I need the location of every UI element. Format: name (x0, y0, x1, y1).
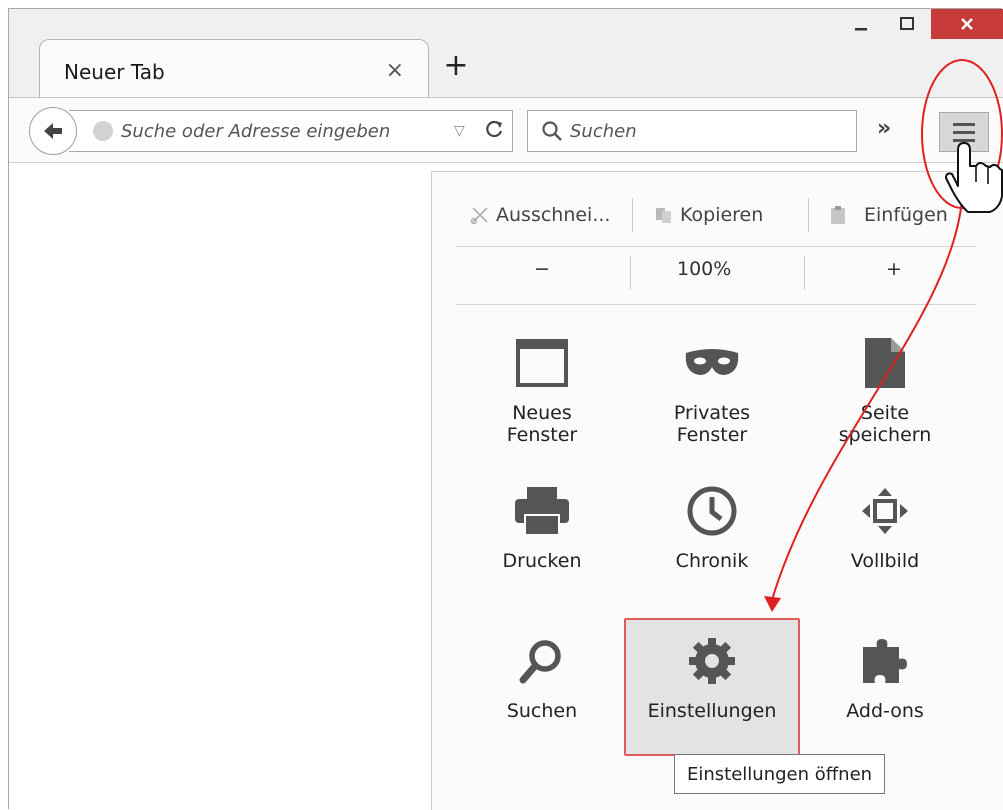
settings-button[interactable]: Einstellungen (627, 632, 797, 722)
clock-icon (687, 486, 737, 536)
minimize-button[interactable] (839, 9, 883, 39)
separator (456, 304, 976, 305)
close-icon (961, 18, 973, 30)
scissors-icon (470, 207, 488, 225)
search-icon (519, 640, 561, 684)
mask-icon (685, 349, 739, 375)
copy-label: Kopieren (680, 204, 764, 226)
fullscreen-icon (862, 488, 908, 534)
print-button[interactable]: Drucken (457, 482, 627, 572)
hamburger-bar (953, 138, 975, 142)
minimize-icon (855, 28, 867, 31)
save-page-button[interactable]: Seite speichern (800, 334, 970, 446)
close-window-button[interactable] (931, 9, 1003, 39)
history-dropdown-icon[interactable]: ▽ (454, 123, 465, 139)
find-button[interactable]: Suchen (457, 632, 627, 722)
maximize-button[interactable] (885, 9, 929, 39)
grid-item-label: Suchen (506, 700, 578, 722)
reload-icon[interactable] (482, 117, 506, 141)
history-button[interactable]: Chronik (627, 482, 797, 572)
arrow-left-icon (44, 123, 62, 139)
zoom-out-button[interactable]: − (534, 258, 550, 280)
tab-title: Neuer Tab (64, 60, 165, 84)
maximize-icon (900, 17, 914, 30)
divider (808, 198, 809, 232)
grid-item-label: Add-ons (846, 700, 924, 722)
grid-item-label: Einstellungen (647, 700, 777, 722)
zoom-reset-button[interactable]: 100% (677, 258, 731, 280)
private-window-button[interactable]: Privates Fenster (627, 334, 797, 446)
window-icon (516, 339, 568, 387)
settings-tooltip: Einstellungen öffnen (674, 754, 886, 794)
paste-label: Einfügen (864, 204, 948, 226)
grid-item-label: Chronik (675, 550, 749, 572)
new-window-button[interactable]: Neues Fenster (457, 334, 627, 446)
zoom-controls: − 100% + (456, 248, 976, 298)
divider (804, 256, 805, 290)
printer-icon (515, 487, 569, 536)
divider (632, 198, 633, 232)
clipboard-icon (831, 206, 845, 224)
search-placeholder: Suchen (570, 121, 637, 142)
grid-item-label: Vollbild (850, 550, 920, 572)
url-bar[interactable]: Suche oder Adresse eingeben ▽ (69, 110, 513, 152)
tab-close-icon[interactable]: × (386, 58, 404, 83)
copy-button[interactable]: Kopieren (654, 204, 763, 226)
open-menu-button[interactable] (939, 112, 989, 152)
browser-window: Neuer Tab × + Suche oder Adresse eingebe… (8, 8, 1003, 810)
search-bar[interactable]: Suchen (527, 110, 857, 152)
grid-item-label: Seite speichern (838, 402, 932, 446)
zoom-in-button[interactable]: + (886, 258, 902, 280)
puzzle-icon (863, 639, 907, 683)
hamburger-bar (953, 130, 975, 134)
back-button[interactable] (29, 107, 77, 155)
edit-controls: Ausschnei... Kopieren Einfügen (456, 192, 976, 238)
divider (630, 256, 631, 290)
cut-button[interactable]: Ausschnei... (470, 204, 610, 226)
addons-button[interactable]: Add-ons (800, 632, 970, 722)
tab-new-tab[interactable]: Neuer Tab × (39, 39, 429, 97)
paste-button[interactable]: Einfügen (828, 204, 948, 226)
hamburger-bar (953, 122, 975, 126)
navigation-bar: Suche oder Adresse eingeben ▽ Suchen » (9, 97, 1003, 163)
gear-icon (689, 638, 735, 684)
grid-item-label: Privates Fenster (673, 402, 751, 446)
new-tab-button[interactable]: + (441, 51, 471, 81)
grid-item-label: Drucken (502, 550, 582, 572)
search-icon (542, 121, 562, 141)
overflow-chevron-icon[interactable]: » (877, 116, 891, 141)
menu-panel: Ausschnei... Kopieren Einfügen − 100% + … (431, 171, 1003, 810)
copy-icon (656, 208, 671, 223)
separator (456, 246, 976, 247)
title-bar: Neuer Tab × + (9, 9, 1003, 97)
url-placeholder: Suche oder Adresse eingeben (121, 121, 391, 142)
grid-item-label: Neues Fenster (506, 402, 578, 446)
page-icon (865, 338, 905, 388)
fullscreen-button[interactable]: Vollbild (800, 482, 970, 572)
globe-icon (93, 121, 113, 141)
cut-label: Ausschnei... (496, 204, 611, 226)
